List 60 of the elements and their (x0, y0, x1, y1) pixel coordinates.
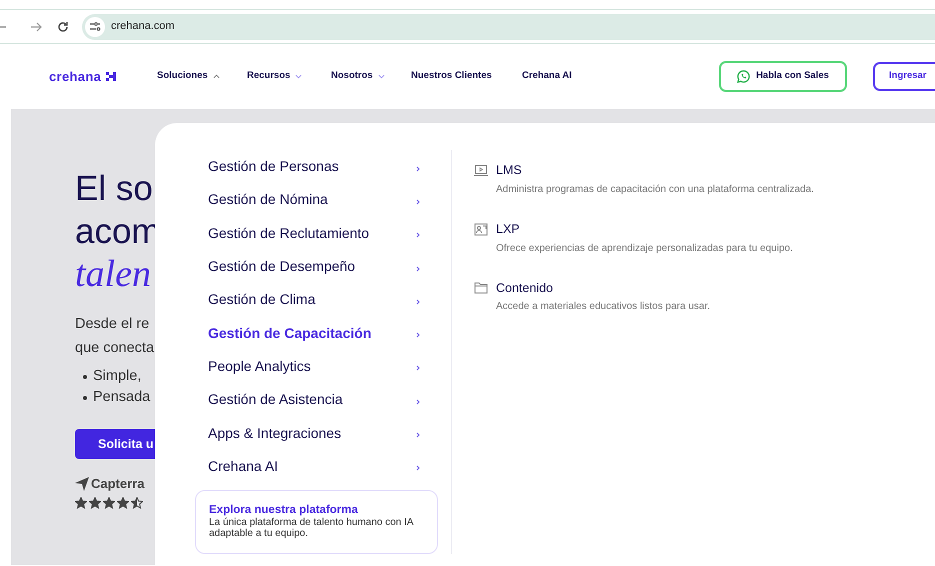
chevron-right-icon (416, 465, 420, 472)
login-button[interactable]: Ingresar (873, 62, 935, 91)
half-star-icon (131, 496, 143, 508)
person-screen-icon (474, 222, 488, 236)
nav-dropdown[interactable]: Nosotros (331, 69, 411, 84)
menu-item[interactable]: Gestión de Asistencia (208, 383, 432, 416)
url-text: crehana.com (111, 19, 175, 34)
reload-icon[interactable] (57, 20, 69, 32)
address-bar[interactable]: crehana.com (82, 14, 935, 40)
chevron-right-icon (416, 298, 420, 305)
site-settings-icon[interactable] (85, 16, 105, 36)
nav-dropdown[interactable]: Soluciones (157, 69, 247, 84)
capterra-logo-icon (75, 476, 89, 491)
folder-icon (474, 281, 488, 294)
promo-text: La única plataforma de talento humano con IA adaptable a tu equipo. (209, 516, 414, 539)
monitor-play-icon (474, 164, 488, 177)
nav-link[interactable]: Crehana AI (522, 69, 582, 84)
sales-button[interactable]: Habla con Sales (719, 61, 847, 92)
hero-paragraph: Desde el re (75, 315, 150, 334)
chevron-right-icon (416, 266, 420, 272)
review-brand: Capterra (91, 475, 144, 493)
hero-heading-accent: talen (75, 253, 151, 296)
submenu-title[interactable]: LXP (496, 220, 520, 238)
chat-icon (737, 70, 750, 83)
promo-card[interactable]: Explora nuestra plataforma La única plataforma de talento humano con IA adaptable a tu equipo. (195, 490, 438, 554)
menu-item[interactable]: People Analytics (208, 350, 432, 384)
hero-paragraph: que conecta (75, 339, 154, 358)
menu-item[interactable]: Crehana AI (208, 450, 432, 483)
menu-item[interactable]: Gestión de Personas (208, 150, 432, 184)
submenu-description: Accede a materiales educativos listos para usar. (496, 300, 711, 314)
menu-item[interactable]: Gestión de Reclutamiento (208, 216, 432, 250)
submenu-description: Ofrece experiencias de aprendizaje personalizadas para tu equipo. (496, 242, 794, 256)
chevron-right-icon (416, 198, 420, 205)
star-icon (103, 496, 115, 508)
star-icon (75, 496, 87, 508)
chevron-right-icon (416, 365, 420, 372)
menu-item[interactable]: Apps & Integraciones (208, 416, 432, 450)
menu-item[interactable]: Gestión de Clima (208, 283, 432, 316)
menu-item[interactable]: Gestión de Capacitación (208, 316, 432, 350)
star-icon (117, 496, 129, 508)
menu-item[interactable]: Gestión de Desempeño (208, 250, 432, 284)
hero-heading: El so (75, 168, 153, 210)
chevron-right-icon (416, 432, 420, 438)
star-icon (89, 496, 101, 508)
nav-dropdown[interactable]: Recursos (247, 69, 331, 84)
bullet-text: Pensada (93, 388, 150, 407)
promo-title: Explora nuestra plataforma (209, 502, 359, 517)
chevron-right-icon (416, 232, 420, 238)
chevron-right-icon (416, 398, 420, 405)
logo-icon (106, 72, 116, 81)
logo-text[interactable]: crehana (49, 66, 102, 86)
menu-item[interactable]: Gestión de Nómina (208, 183, 432, 217)
bullet-text: Simple, (93, 367, 142, 386)
chevron-right-icon (416, 166, 420, 172)
submenu-title[interactable]: Contenido (496, 278, 553, 298)
submenu-title[interactable]: LMS (496, 161, 522, 180)
forward-icon[interactable] (30, 20, 42, 32)
submenu-description: Administra programas de capacitación con una plataforma centralizada. (496, 182, 814, 197)
chevron-right-icon (416, 332, 420, 338)
nav-link[interactable]: Nuestros Clientes (411, 69, 522, 84)
